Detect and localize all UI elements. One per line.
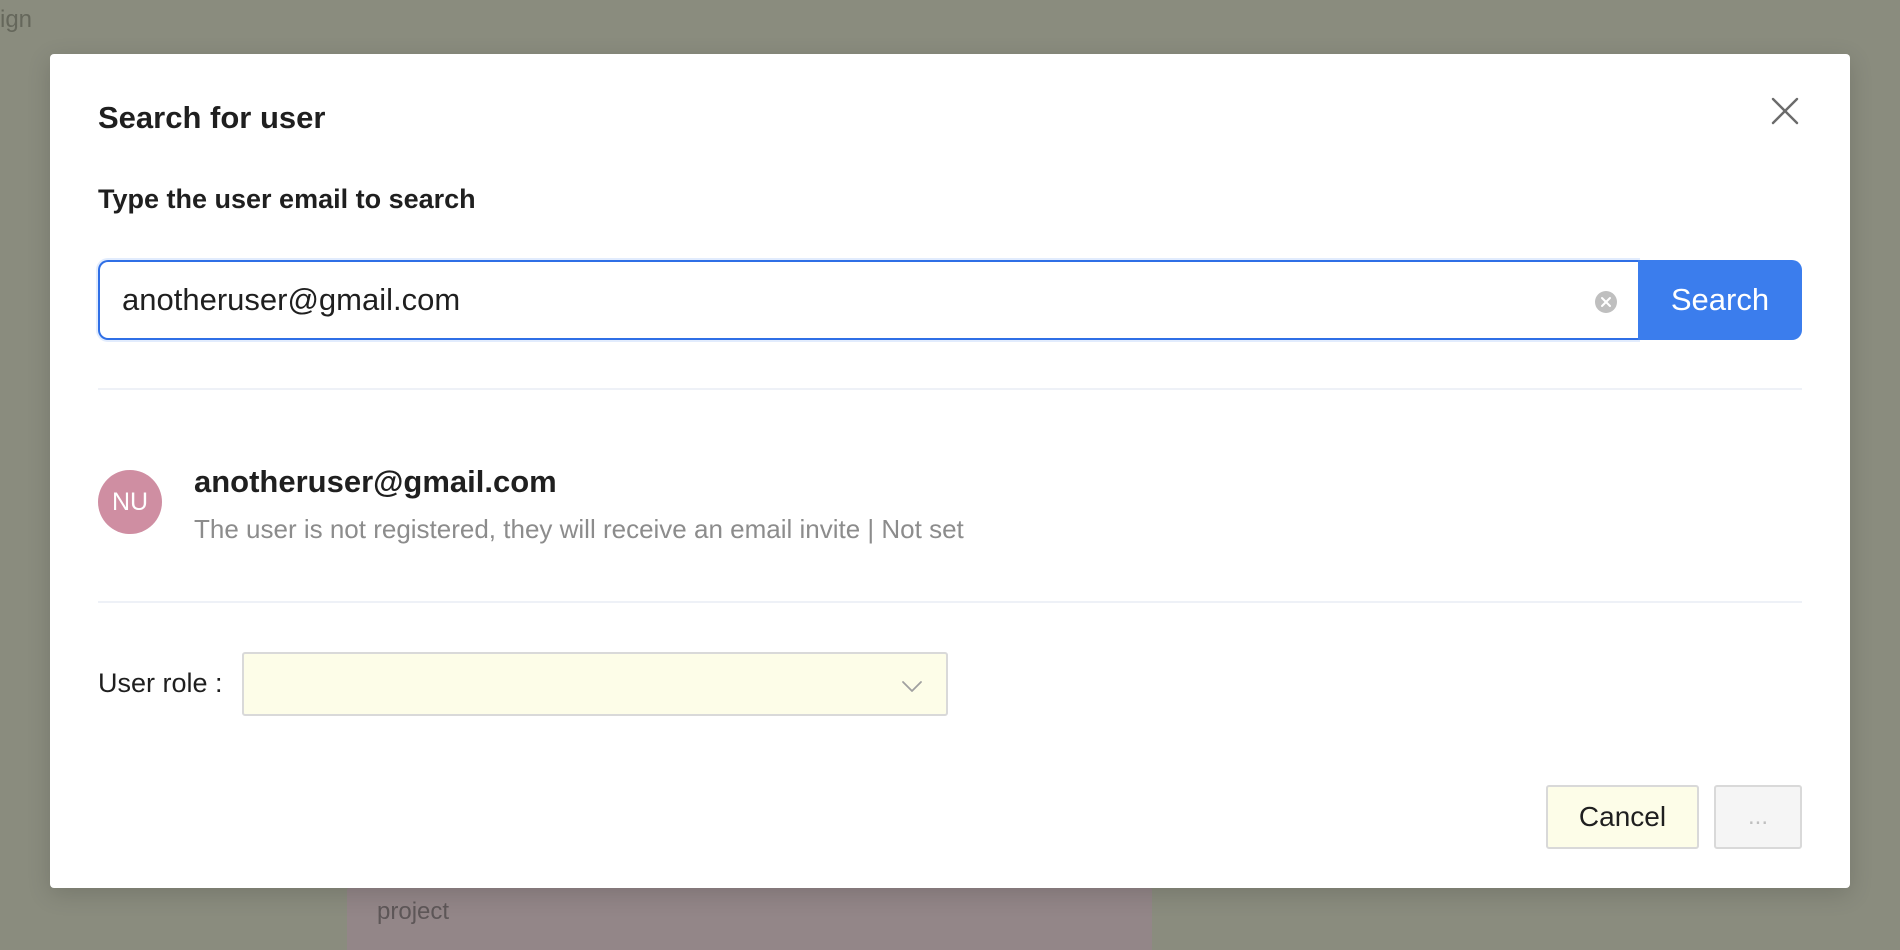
search-input-wrapper <box>98 260 1638 340</box>
search-bar: Search <box>98 260 1802 340</box>
close-button[interactable] <box>1768 94 1802 128</box>
divider-top <box>98 388 1802 390</box>
modal-title: Search for user <box>98 100 326 135</box>
chevron-down-icon <box>902 681 922 692</box>
close-icon <box>1771 97 1799 125</box>
divider-bottom <box>98 601 1802 603</box>
background-card: project <box>347 888 1152 950</box>
user-role-label: User role : <box>98 668 223 698</box>
result-description: The user is not registered, they will re… <box>194 514 964 544</box>
cancel-button[interactable]: Cancel <box>1546 785 1699 849</box>
email-search-input[interactable] <box>100 262 1638 338</box>
result-email: anotheruser@gmail.com <box>194 464 557 499</box>
search-section-label: Type the user email to search <box>98 184 476 214</box>
clear-input-button[interactable] <box>1594 290 1618 314</box>
confirm-button[interactable]: ... <box>1714 785 1802 849</box>
avatar: NU <box>98 470 162 534</box>
search-user-modal: Search for user Type the user email to s… <box>50 54 1850 888</box>
background-page-text: ign <box>0 6 33 33</box>
background-card-text: project <box>377 898 450 925</box>
clear-circle-icon <box>1595 291 1617 313</box>
user-role-select[interactable] <box>242 652 948 716</box>
user-result-item[interactable]: NU anotheruser@gmail.com The user is not… <box>98 464 1802 566</box>
search-button[interactable]: Search <box>1638 260 1802 340</box>
